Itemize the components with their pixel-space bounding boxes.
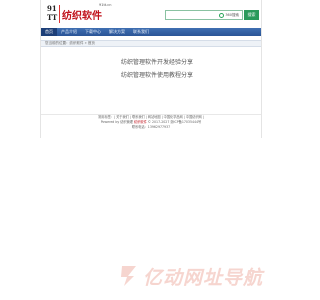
logo-title: 纺织软件 (62, 11, 102, 22)
nav-item-products[interactable]: 产品介绍 (57, 28, 81, 36)
logo-number-bottom: TT (47, 13, 58, 22)
footer-brand-link[interactable]: 纺织软件 (134, 120, 147, 124)
footer-copyright: © 2017-2027 浙ICP备17035444号 (147, 120, 202, 124)
article-link-dev-experience[interactable]: 纺织管理软件开发经验分享 (121, 56, 193, 69)
search-engine-name: 360搜索 (225, 12, 239, 17)
footer-powered-prefix: Powered by 纺织管理 (100, 120, 133, 124)
watermark-logo-icon (121, 266, 136, 286)
watermark: 亿动网址导航 (0, 262, 300, 292)
page-container: 91 TT 纺织软件 91tt.cn 360搜索 搜索 首页 产品介绍 下载中心… (40, 0, 262, 138)
article-list: 纺织管理软件开发经验分享 纺织管理软件使用教程分享 (121, 56, 193, 82)
site-header: 91 TT 纺织软件 91tt.cn 360搜索 搜索 (41, 0, 261, 28)
main-nav: 首页 产品介绍 下载中心 解决方案 联系我们 (41, 28, 261, 36)
footer-phone: 联系电话：13962977937 (131, 125, 171, 129)
search-engine-label[interactable]: 360搜索 (219, 12, 239, 18)
main-content: 纺织管理软件开发经验分享 纺织管理软件使用教程分享 (41, 47, 261, 113)
breadcrumb: 您当前的位置：纺织软件 » 首页 (45, 41, 95, 45)
search-engine-icon (219, 12, 225, 18)
logo-number-top: 91 (47, 4, 57, 13)
logo-mark: 91 TT (47, 5, 60, 23)
site-logo[interactable]: 91 TT 纺织软件 91tt.cn (47, 3, 127, 27)
nav-item-downloads[interactable]: 下载中心 (81, 28, 105, 36)
logo-domain: 91tt.cn (99, 3, 112, 7)
watermark-text: 亿动网址导航 (143, 267, 264, 289)
nav-item-home[interactable]: 首页 (41, 28, 57, 36)
breadcrumb-bar: 您当前的位置：纺织软件 » 首页 (41, 40, 261, 47)
site-footer: 常用标签：| 关于我们 | 联系我们 | 网站地图 | 中国化学品网 | 中国纺… (41, 114, 261, 139)
article-link-tutorial[interactable]: 纺织管理软件使用教程分享 (121, 69, 193, 82)
search-button[interactable]: 搜索 (244, 10, 259, 20)
search-input[interactable] (166, 11, 212, 19)
nav-item-solutions[interactable]: 解决方案 (105, 28, 129, 36)
nav-item-contact[interactable]: 联系我们 (129, 28, 153, 36)
search-box: 360搜索 (165, 10, 243, 20)
